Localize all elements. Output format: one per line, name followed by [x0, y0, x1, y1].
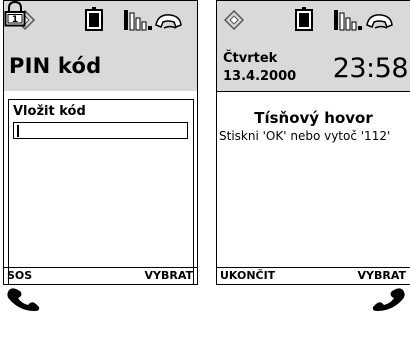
- padlock-icon: 1: [4, 1, 26, 27]
- page-title: PIN kód: [9, 54, 102, 78]
- text-cursor: [17, 125, 19, 137]
- handset-ring-icon: [366, 14, 393, 29]
- softkey-bar: UKONČIT VYBRAT: [217, 267, 410, 284]
- svg-text:1: 1: [12, 15, 18, 25]
- handset-icon[interactable]: [370, 286, 406, 312]
- status-bar: Čtvrtek 13.4.2000 23:58: [217, 1, 410, 91]
- battery-icon: [295, 7, 313, 31]
- select-softkey[interactable]: VYBRAT: [145, 269, 194, 282]
- diamond-icon: [223, 9, 245, 31]
- pin-screen: PIN kód 1 Vložit kód SOS VYBRAT: [3, 0, 198, 285]
- input-label: Vložit kód: [13, 104, 86, 119]
- end-softkey[interactable]: UKONČIT: [220, 269, 275, 282]
- pin-input[interactable]: [13, 122, 188, 139]
- date: 13.4.2000: [223, 69, 297, 84]
- handset-ring-icon: [155, 14, 182, 29]
- emergency-message: Stiskni 'OK' nebo vytoč '112': [219, 129, 391, 143]
- sos-softkey[interactable]: SOS: [7, 269, 32, 282]
- divider: [217, 91, 410, 92]
- clock: 23:58: [332, 53, 409, 84]
- softkey-bar: SOS VYBRAT: [4, 267, 197, 284]
- signal-bars-icon: [334, 10, 362, 31]
- battery-icon: [85, 7, 103, 31]
- handset-icon[interactable]: [6, 286, 42, 312]
- pin-input-panel: Vložit kód: [8, 99, 194, 285]
- select-softkey[interactable]: VYBRAT: [358, 269, 407, 282]
- status-bar: PIN kód 1: [4, 1, 197, 91]
- day-of-week: Čtvrtek: [223, 51, 278, 66]
- emergency-screen: Čtvrtek 13.4.2000 23:58 Tísňový hovor St…: [216, 0, 410, 285]
- emergency-heading: Tísňový hovor: [254, 109, 373, 127]
- signal-bars-icon: [124, 10, 152, 31]
